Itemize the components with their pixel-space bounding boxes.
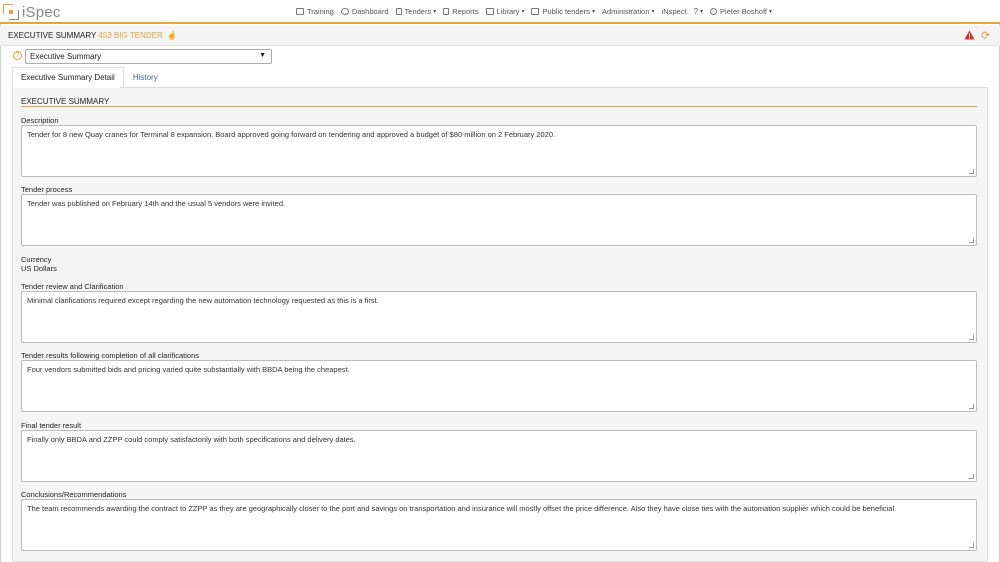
dashboard-icon [340,8,349,15]
description-label: Description [21,116,59,125]
page-title-text: EXECUTIVE SUMMARY [8,31,97,40]
tab-executive-summary-detail[interactable]: Executive Summary Detail [12,67,124,88]
description-textarea[interactable]: Tender for 8 new Quay cranes for Termina… [21,125,977,177]
resize-handle-icon[interactable] [969,335,974,340]
chevron-down-icon: ▾ [769,9,773,15]
nav-user[interactable]: Pieter Boshoff ▾ [710,7,772,16]
nav-training-label: Training [307,7,334,16]
summary-type-select[interactable]: Executive Summary ▼ [25,49,272,64]
nav-library-label: Library [496,7,520,16]
nav-dashboard[interactable]: Dashboard [340,7,389,16]
tender-number: 453 BIG TENDER [98,31,163,40]
results-textarea[interactable]: Four vendors submitted bids and pricing … [21,360,977,412]
section-title: EXECUTIVE SUMMARY [21,97,110,106]
currency-value: US Dollars [21,264,57,273]
nav-library[interactable]: Library ▾ [485,7,525,16]
review-label: Tender review and Clarification [21,282,124,291]
user-icon [710,8,718,15]
nav-reports-label: Reports [452,7,479,16]
results-label: Tender results following completion of a… [21,351,200,360]
review-value: Minimal clarifications required except r… [27,296,379,305]
nav-administration[interactable]: Administration ▾ [602,7,655,16]
chevron-down-icon: ▾ [521,9,525,15]
logo-icon [3,4,19,20]
currency-label: Currency [21,255,52,264]
tenders-icon [395,8,402,15]
app-name: iSpec [22,3,61,21]
resize-handle-icon[interactable] [969,238,974,243]
page-header: EXECUTIVE SUMMARY 453 BIG TENDER ☝ ⟳ [0,26,1000,46]
main-nav: Training Dashboard Tenders ▾ Reports Lib… [296,7,779,16]
tender-process-value: Tender was published on February 14th an… [27,199,286,208]
resize-handle-icon[interactable] [969,404,974,409]
nav-public-tenders-label: Public tenders [542,7,590,16]
nav-training[interactable]: Training [296,7,334,16]
nav-dashboard-label: Dashboard [351,7,389,16]
resize-handle-icon[interactable] [969,474,974,479]
select-value: Executive Summary [30,52,102,61]
nav-reports[interactable]: Reports [443,7,479,16]
results-value: Four vendors submitted bids and pricing … [27,365,350,374]
reports-icon [443,8,450,15]
tab-bar: Executive Summary Detail History [12,67,167,88]
nav-tenders[interactable]: Tenders ▾ [395,7,437,16]
public-tenders-icon [531,8,540,15]
library-icon [485,8,494,15]
nav-user-label: Pieter Boshoff [720,7,768,16]
nav-administration-label: Administration [602,7,650,16]
final-result-value: Finally only BBDA and ZZPP could comply … [27,435,356,444]
final-result-label: Final tender result [21,421,82,430]
warning-icon[interactable] [964,30,975,40]
app-logo[interactable]: iSpec [3,2,61,22]
chevron-down-icon: ▼ [259,52,266,59]
page-title: EXECUTIVE SUMMARY 453 BIG TENDER ☝ [8,31,177,40]
nav-help[interactable]: ? ▾ [694,7,703,16]
tender-process-textarea[interactable]: Tender was published on February 14th an… [21,194,977,246]
help-icon[interactable]: ? [13,51,22,60]
tab-history[interactable]: History [123,67,167,88]
chevron-down-icon: ▾ [433,9,437,15]
nav-inspect-label: iNspect [661,7,687,16]
chevron-down-icon: ▾ [700,9,704,15]
nav-tenders-label: Tenders [404,7,432,16]
top-navbar: iSpec Training Dashboard Tenders ▾ Repor… [0,0,1000,24]
final-result-textarea[interactable]: Finally only BBDA and ZZPP could comply … [21,430,977,482]
refresh-icon[interactable]: ⟳ [981,29,990,42]
resize-handle-icon[interactable] [969,543,974,548]
nav-inspect[interactable]: iNspect [662,7,687,16]
conclusions-value: The team recommends awarding the contrac… [27,504,897,513]
description-value: Tender for 8 new Quay cranes for Termina… [27,130,556,139]
help-icon: ? [693,7,699,16]
review-textarea[interactable]: Minimal clarifications required except r… [21,291,977,343]
nav-public-tenders[interactable]: Public tenders ▾ [531,7,595,16]
conclusions-textarea[interactable]: The team recommends awarding the contrac… [21,499,977,551]
section-divider [21,106,977,107]
tender-process-label: Tender process [21,185,73,194]
chevron-down-icon: ▾ [651,9,655,15]
training-icon [296,8,304,15]
conclusions-label: Conclusions/Recommendations [21,490,127,499]
chevron-down-icon: ▾ [591,9,595,15]
resize-handle-icon[interactable] [969,169,974,174]
hand-icon[interactable]: ☝ [167,31,177,40]
